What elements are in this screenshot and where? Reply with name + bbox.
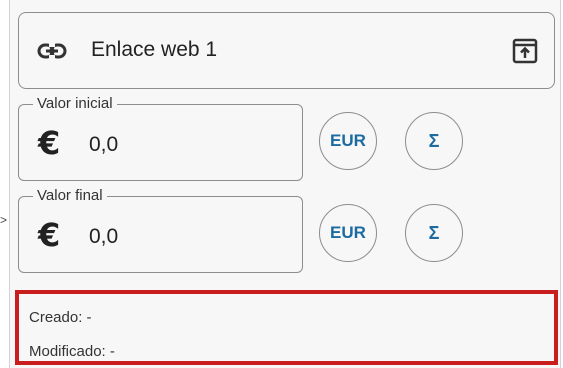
initial-currency-button[interactable]: EUR: [319, 112, 377, 170]
metadata-box: Creado: - Modificado: -: [15, 290, 558, 365]
modified-label: Modificado: -: [29, 343, 115, 360]
initial-value-field[interactable]: Valor inicial € 0,0: [18, 95, 303, 181]
final-value-input[interactable]: 0,0: [89, 224, 118, 250]
initial-sum-button[interactable]: Σ: [405, 112, 463, 170]
euro-icon: €: [38, 124, 61, 162]
web-link-label: Enlace web 1: [91, 38, 218, 61]
web-link-field[interactable]: Enlace web 1: [18, 12, 555, 89]
euro-icon: €: [38, 216, 61, 254]
final-currency-button[interactable]: EUR: [319, 204, 377, 262]
initial-value-input[interactable]: 0,0: [89, 132, 118, 158]
final-value-legend: Valor final: [33, 187, 107, 205]
created-label: Creado: -: [29, 309, 92, 326]
final-value-field[interactable]: Valor final € 0,0: [18, 187, 303, 273]
open-in-new-icon[interactable]: [511, 37, 539, 65]
final-sum-button[interactable]: Σ: [405, 204, 463, 262]
row-marker: >: [0, 213, 8, 227]
link-icon: [37, 43, 67, 59]
initial-value-legend: Valor inicial: [33, 95, 117, 113]
